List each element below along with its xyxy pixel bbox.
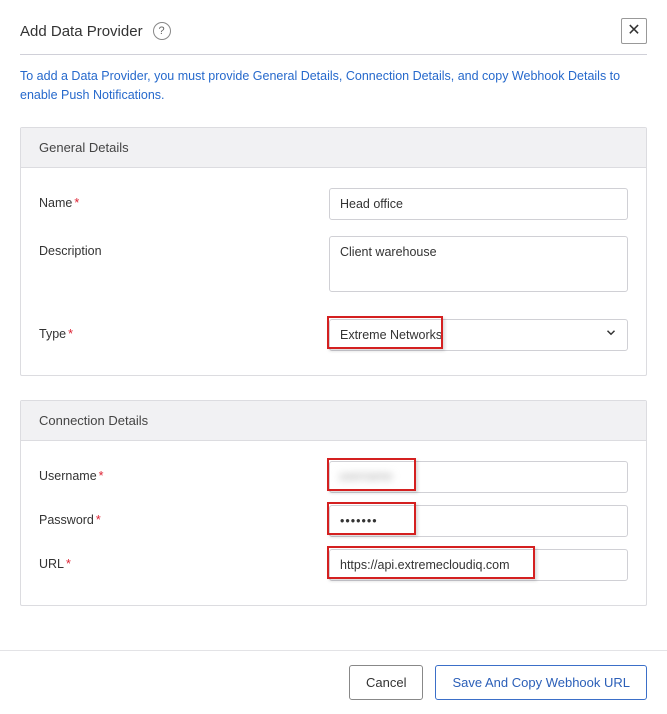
connection-details-section: Connection Details Username* username Pa… bbox=[20, 400, 647, 606]
name-label: Name* bbox=[39, 188, 329, 210]
description-label: Description bbox=[39, 236, 329, 258]
dialog-title: Add Data Provider bbox=[20, 23, 143, 40]
info-banner: To add a Data Provider, you must provide… bbox=[20, 67, 647, 105]
type-select[interactable]: Extreme Networks bbox=[329, 319, 628, 351]
divider bbox=[20, 54, 647, 55]
name-input[interactable] bbox=[329, 188, 628, 220]
section-header-connection: Connection Details bbox=[21, 401, 646, 441]
section-header-general: General Details bbox=[21, 128, 646, 168]
save-button[interactable]: Save And Copy Webhook URL bbox=[435, 665, 647, 700]
close-icon: ✕ bbox=[627, 23, 640, 39]
password-label: Password* bbox=[39, 505, 329, 527]
dialog-footer: Cancel Save And Copy Webhook URL bbox=[0, 650, 667, 714]
url-label: URL* bbox=[39, 549, 329, 571]
description-input[interactable]: Client warehouse bbox=[329, 236, 628, 292]
type-label: Type* bbox=[39, 319, 329, 341]
close-button[interactable]: ✕ bbox=[621, 18, 647, 44]
username-blurred: username bbox=[339, 469, 392, 483]
password-input[interactable] bbox=[329, 505, 628, 537]
cancel-button[interactable]: Cancel bbox=[349, 665, 423, 700]
general-details-section: General Details Name* Description Client… bbox=[20, 127, 647, 376]
help-icon[interactable]: ? bbox=[153, 22, 171, 40]
username-label: Username* bbox=[39, 461, 329, 483]
url-input[interactable] bbox=[329, 549, 628, 581]
